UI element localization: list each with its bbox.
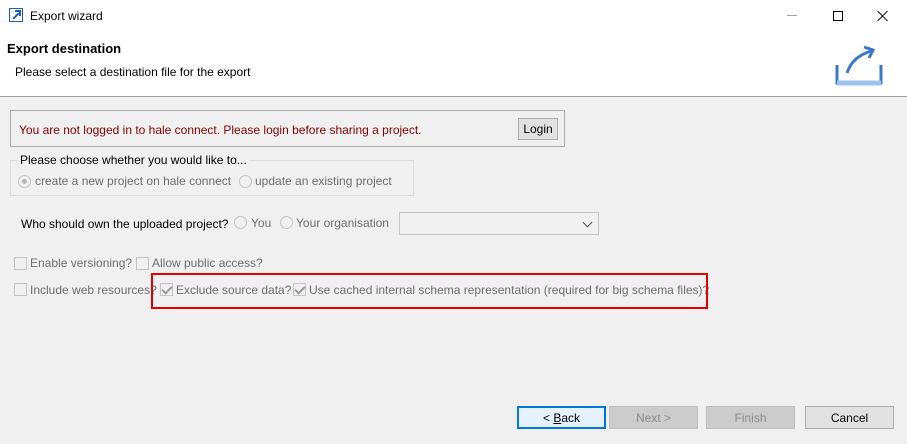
owner-label: Who should own the uploaded project? (21, 217, 229, 231)
include-web-resources-checkbox[interactable] (14, 283, 27, 296)
create-new-project-label: create a new project on hale connect (35, 174, 232, 188)
project-choice-legend: Please choose whether you would like to.… (18, 153, 249, 167)
allow-public-access-label: Allow public access? (152, 256, 263, 270)
back-button-prefix: < (542, 410, 554, 425)
organisation-dropdown[interactable] (399, 212, 599, 235)
back-button-mnemonic: B (553, 410, 562, 425)
maximize-button[interactable] (815, 0, 860, 31)
login-button[interactable]: Login (518, 118, 558, 140)
include-web-resources-label: Include web resources? (30, 283, 157, 297)
highlight-box (151, 273, 708, 309)
update-existing-project-label: update an existing project (255, 174, 392, 188)
maximize-icon (832, 10, 843, 21)
minimize-icon (786, 15, 797, 16)
back-button-rest: ack (561, 410, 581, 425)
next-button[interactable]: Next > (609, 406, 698, 429)
export-icon (835, 45, 883, 86)
owner-you-label: You (251, 216, 272, 230)
minimize-button[interactable] (769, 0, 814, 31)
close-button[interactable] (860, 0, 905, 31)
page-description: Please select a destination file for the… (15, 65, 251, 79)
login-panel: You are not logged in to hale connect. P… (10, 110, 565, 147)
wizard-header: Export destination Please select a desti… (0, 31, 907, 97)
owner-you-radio[interactable] (234, 216, 247, 229)
title-bar: Export wizard (0, 0, 907, 31)
window-title: Export wizard (30, 9, 103, 23)
back-button[interactable]: < Back (517, 406, 606, 429)
enable-versioning-checkbox[interactable] (14, 257, 27, 270)
login-warning-message: You are not logged in to hale connect. P… (19, 123, 422, 137)
app-icon (9, 8, 23, 22)
page-title: Export destination (7, 41, 122, 56)
cancel-button[interactable]: Cancel (805, 406, 894, 429)
owner-organisation-label: Your organisation (296, 216, 389, 230)
allow-public-access-checkbox[interactable] (136, 257, 149, 270)
chevron-down-icon (582, 217, 593, 228)
update-existing-project-radio[interactable] (239, 175, 252, 188)
enable-versioning-label: Enable versioning? (30, 256, 133, 270)
create-new-project-radio[interactable] (18, 175, 31, 188)
close-icon (877, 10, 889, 22)
finish-button[interactable]: Finish (706, 406, 795, 429)
owner-organisation-radio[interactable] (280, 216, 293, 229)
